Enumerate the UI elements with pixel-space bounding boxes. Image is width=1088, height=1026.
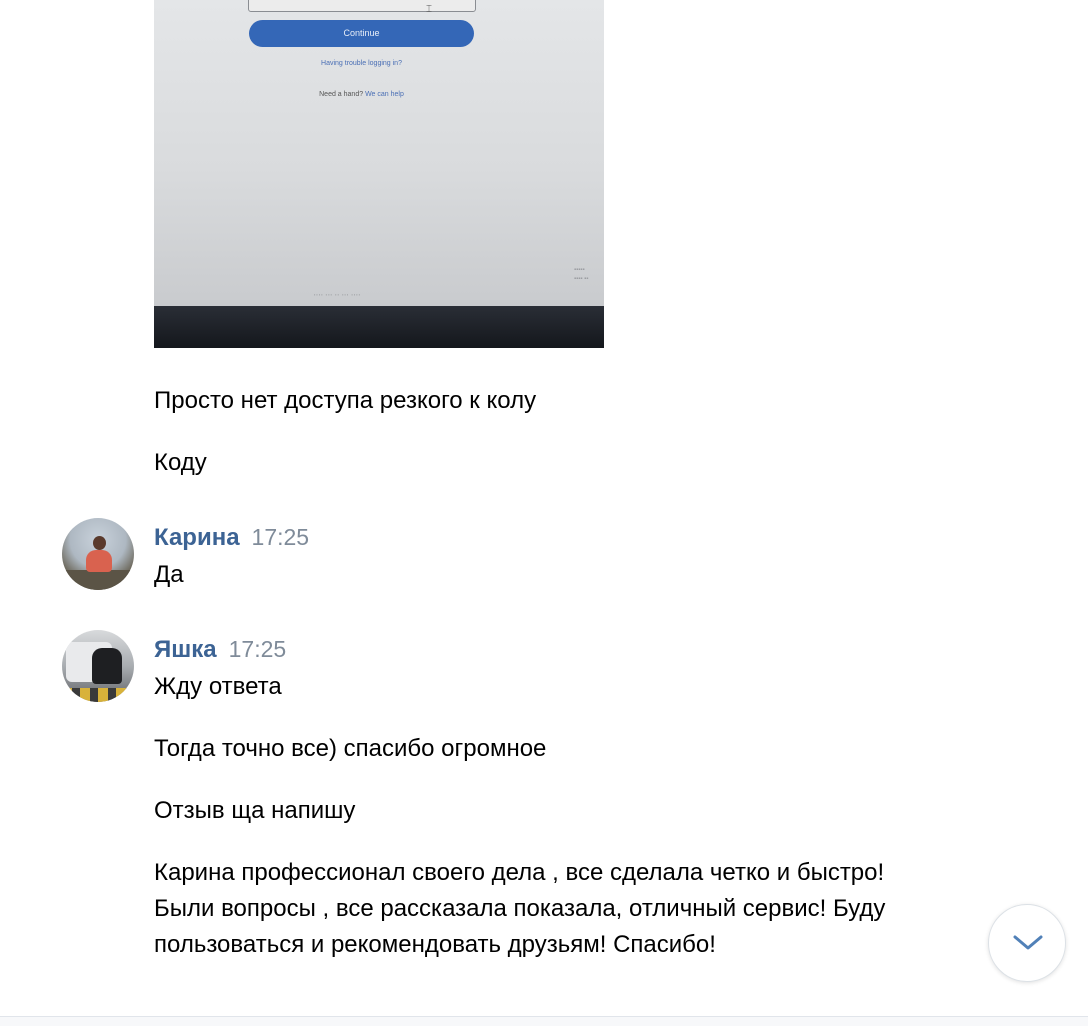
author-name[interactable]: Яшка xyxy=(154,636,217,663)
photo-help-link: We can help xyxy=(365,91,404,98)
photo-trouble-link: Having trouble logging in? xyxy=(321,60,402,67)
message-text: Карина профессионал своего дела , все сд… xyxy=(154,859,886,958)
message-text: Отзыв ща напишу xyxy=(154,797,356,824)
message-text: Да xyxy=(154,561,184,588)
message-text: Тогда точно все) спасибо огромное xyxy=(154,735,547,762)
author-name[interactable]: Карина xyxy=(154,524,240,551)
photo-laptop-bezel xyxy=(154,306,604,348)
photo-help-prefix: Need a hand? xyxy=(319,91,364,98)
message-header: Карина 17:25 xyxy=(154,519,309,555)
photo-password-field xyxy=(248,0,476,12)
photo-continue-button: Continue xyxy=(249,20,474,47)
text-cursor-icon: ⌶ xyxy=(426,4,432,15)
scroll-down-button[interactable] xyxy=(988,904,1066,982)
photo-footer-links: ▪▪▪▪ ▪▪▪ ▪▪ ▪▪▪ ▪▪▪▪ xyxy=(314,292,362,297)
attached-photo[interactable]: ⌶ Continue Having trouble logging in? Ne… xyxy=(154,0,604,348)
avatar-yashka[interactable] xyxy=(62,630,134,702)
photo-help-line: Need a hand? We can help xyxy=(154,91,569,98)
message-text: Просто нет доступа резкого к колу xyxy=(154,387,537,414)
message-time[interactable]: 17:25 xyxy=(252,524,310,550)
message-text: Жду ответа xyxy=(154,673,282,700)
message-header: Яшка 17:25 xyxy=(154,631,286,667)
message-text: Коду xyxy=(154,449,207,476)
composer-divider xyxy=(0,1016,1088,1026)
photo-watermark: ▪▪▪▪▪ ▪▪▪▪ ▪▪ xyxy=(574,267,589,282)
photo-screen-area: ⌶ Continue Having trouble logging in? Ne… xyxy=(154,0,604,306)
avatar-karina[interactable] xyxy=(62,518,134,590)
chat-history: ⌶ Continue Having trouble logging in? Ne… xyxy=(0,0,1088,1026)
chevron-down-icon xyxy=(1013,935,1043,950)
message-time[interactable]: 17:25 xyxy=(229,636,287,662)
